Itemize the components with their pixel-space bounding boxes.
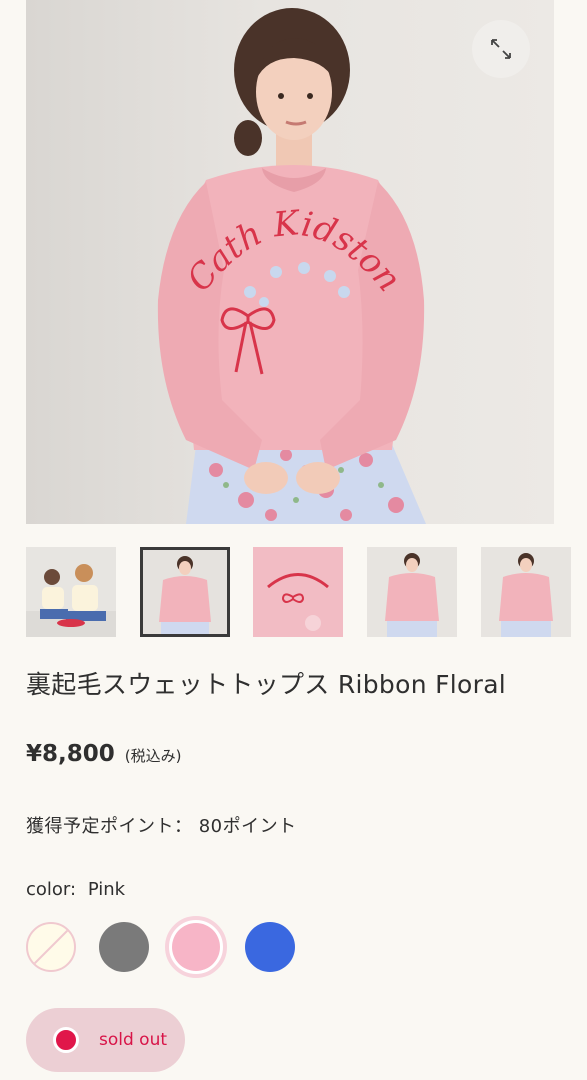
points-label: 獲得予定ポイント： [26,816,193,837]
expand-button[interactable] [472,20,530,78]
points-info: 獲得予定ポイント： 80ポイント [26,812,297,838]
thumb-model-front[interactable] [140,547,230,637]
sold-out-label: sold out [99,1030,168,1050]
color-label: color: [26,879,77,900]
sold-out-button[interactable]: sold out [26,1008,185,1072]
thumb-model-front-2[interactable] [367,547,457,637]
swatch-pink-selected[interactable] [165,916,227,978]
swatch-pink-fill [172,923,220,971]
unavailable-slash-icon [33,929,69,965]
tax-note: (税込み) [124,747,182,765]
product-title: 裏起毛スウェットトップス Ribbon Floral [26,670,507,699]
color-swatches [26,916,326,980]
color-info: color: Pink [26,879,125,900]
expand-icon [491,39,511,59]
stock-dot-icon [53,1027,79,1053]
product-main-image[interactable]: Cath Kidston [26,0,554,524]
thumbnail-strip [26,547,587,639]
swatch-blue[interactable] [245,922,295,972]
thumb-flat-lay[interactable] [253,547,343,637]
model-photo: Cath Kidston [157,8,426,524]
color-value: Pink [87,879,126,900]
thumb-two-models[interactable] [26,547,116,637]
thumb-model-side[interactable] [481,547,571,637]
swatch-gray[interactable] [99,922,149,972]
price: ¥8,800 [26,741,115,767]
points-value: 80ポイント [198,816,297,837]
swatch-cream[interactable] [26,922,76,972]
price-row: ¥8,800 (税込み) [26,741,181,767]
